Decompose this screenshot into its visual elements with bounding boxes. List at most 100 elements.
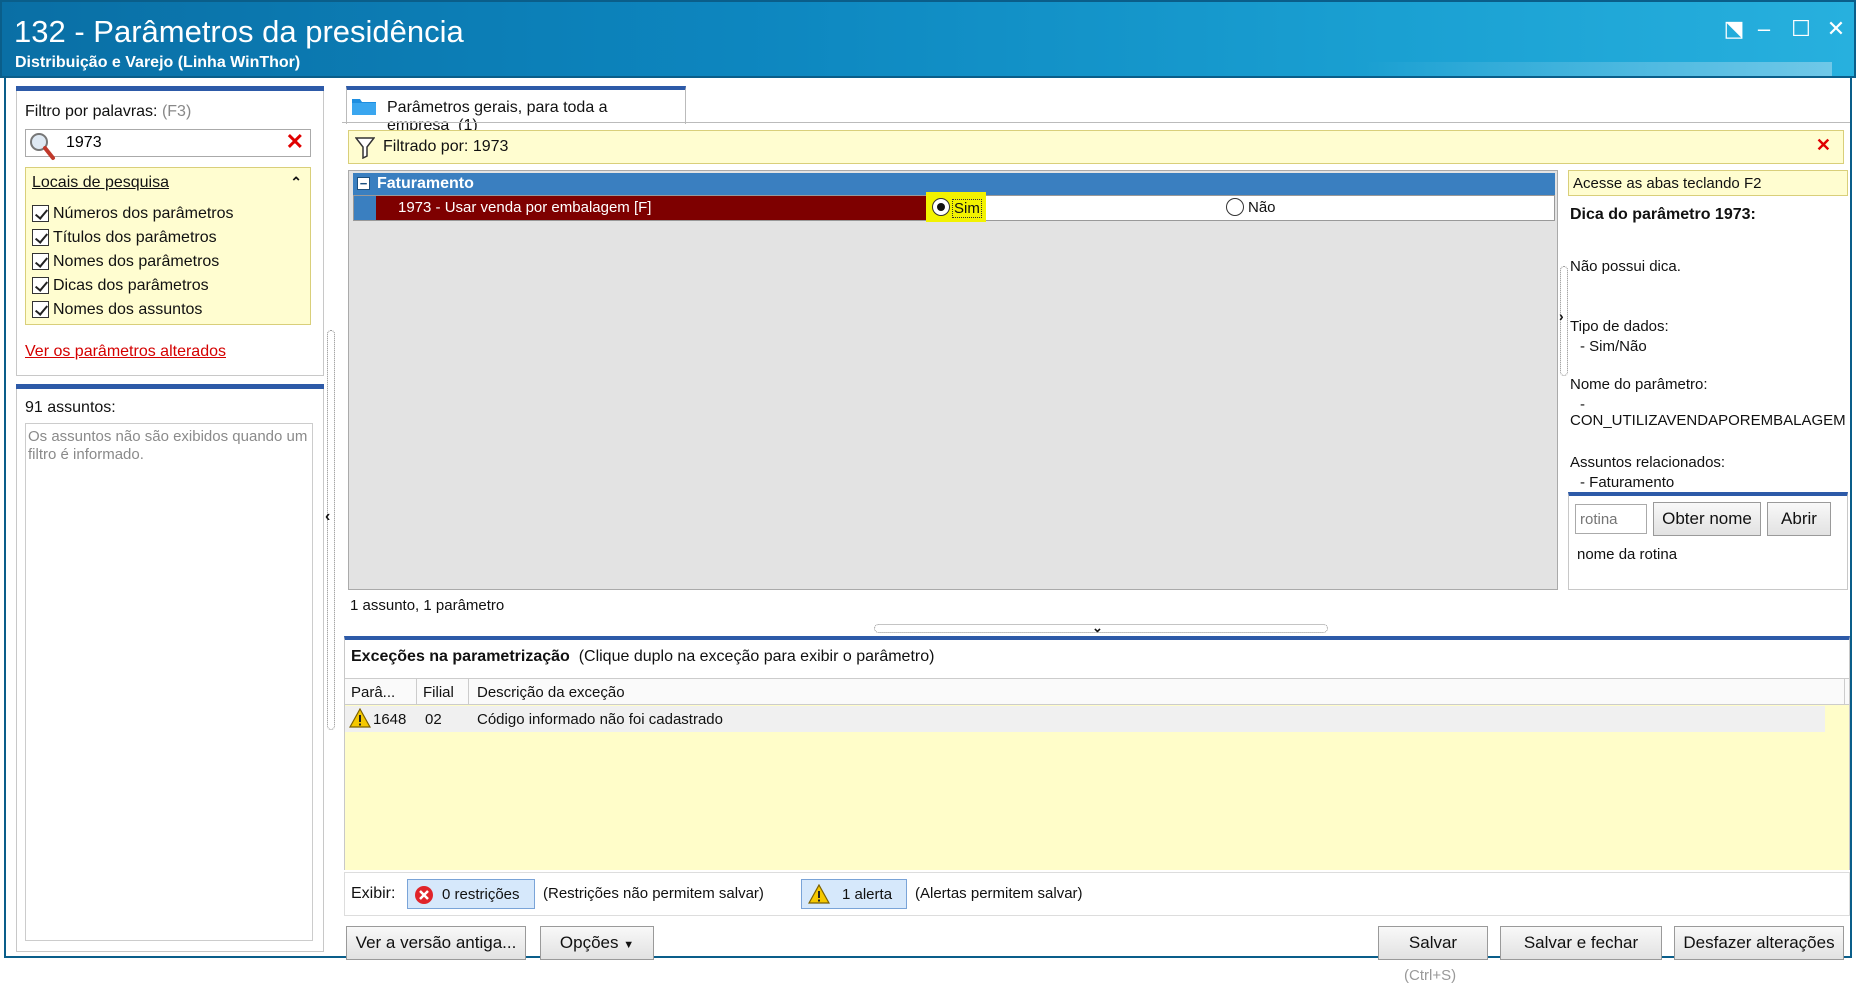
warning-icon [808, 884, 830, 904]
location-option[interactable]: Números dos parâmetros [32, 202, 234, 226]
parameter-label-cell[interactable]: 1973 - Usar venda por embalagem [F] [376, 196, 926, 220]
related-value: - Faturamento [1580, 474, 1675, 491]
row-indent [354, 196, 376, 220]
hint-title: Dica do parâmetro 1973: [1570, 206, 1756, 223]
window-subtitle: Distribuição e Varejo (Linha WinThor) [15, 54, 301, 71]
error-icon [415, 886, 433, 904]
radio-sim[interactable] [932, 198, 950, 216]
warning-icon [349, 708, 371, 728]
option-nao-label[interactable]: Não [1248, 199, 1276, 216]
checkbox-checked-icon[interactable] [32, 301, 49, 319]
search-locations-list: Números dos parâmetros Títulos dos parâm… [32, 202, 234, 322]
collapse-down-icon[interactable]: ⌄ [1092, 620, 1103, 636]
clear-filtered-icon[interactable]: ✕ [1816, 135, 1831, 156]
subjects-panel: 91 assuntos: Os assuntos não são exibido… [16, 384, 324, 952]
alerts-label: 1 alerta [842, 886, 893, 903]
parameter-label: 1973 - Usar venda por embalagem [F] [398, 199, 652, 216]
location-option[interactable]: Dicas dos parâmetros [32, 274, 234, 298]
table-row[interactable]: 1648 02 Código informado não foi cadastr… [345, 706, 1825, 732]
search-icon [30, 133, 55, 160]
window-title: 132 - Parâmetros da presidência [14, 14, 464, 49]
filter-panel: Filtro por palavras: (F3) ✕ Locais de pe… [16, 86, 324, 376]
hint-panel: Acesse as abas teclando F2 Dica do parâm… [1568, 170, 1848, 590]
col-description[interactable]: Descrição da exceção [469, 679, 1845, 705]
status-text: 1 assunto, 1 parâmetro [350, 597, 505, 614]
restrictions-toggle[interactable]: 0 restrições [407, 879, 535, 909]
checkbox-checked-icon[interactable] [32, 229, 49, 247]
expand-right-icon[interactable]: › [1559, 308, 1564, 324]
filter-label: Filtro por palavras: (F3) [25, 103, 192, 120]
folder-icon [352, 99, 376, 115]
save-close-button[interactable]: Salvar e fechar [1500, 926, 1662, 960]
minimize-button[interactable]: – [1750, 16, 1778, 42]
save-button[interactable]: Salvar [1378, 926, 1488, 960]
col-branch[interactable]: Filial [417, 679, 469, 705]
dropdown-arrow-icon: ▼ [623, 939, 635, 951]
changed-params-link[interactable]: Ver os parâmetros alterados [25, 343, 226, 361]
parameter-row[interactable]: 1973 - Usar venda por embalagem [F] Sim … [353, 192, 1555, 222]
alerts-toggle[interactable]: 1 alerta [801, 879, 907, 909]
tab-general-params[interactable]: Parâmetros gerais, para toda a empresa (… [346, 86, 686, 134]
routine-name-label: nome da rotina [1577, 546, 1678, 563]
restore-layout-button[interactable]: ⬔ [1720, 16, 1748, 42]
routine-input[interactable] [1575, 504, 1647, 534]
maximize-button[interactable]: ☐ [1787, 16, 1815, 42]
location-option[interactable]: Nomes dos parâmetros [32, 250, 234, 274]
subjects-list[interactable]: Os assuntos não são exibidos quando um f… [25, 423, 313, 941]
param-name-dash: - [1580, 396, 1585, 413]
collapse-group-icon[interactable]: − [357, 177, 370, 190]
data-type-label: Tipo de dados: [1570, 318, 1669, 335]
filtered-bar: Filtrado por: 1973 ✕ [348, 130, 1844, 164]
open-routine-button[interactable]: Abrir [1767, 502, 1831, 536]
clear-filter-icon[interactable]: ✕ [286, 129, 304, 155]
collapse-left-icon[interactable]: ‹ [325, 508, 330, 526]
exceptions-table: Parâ... Filial Descrição da exceção 1648… [345, 678, 1849, 870]
parameters-grid: − Faturamento 1973 - Usar venda por emba… [348, 170, 1558, 590]
option-sim-label[interactable]: Sim [952, 199, 982, 218]
checkbox-checked-icon[interactable] [32, 205, 49, 223]
group-name: Faturamento [377, 175, 474, 192]
filter-input[interactable] [64, 132, 264, 154]
main-frame: Filtro por palavras: (F3) ✕ Locais de pe… [4, 78, 1852, 984]
save-shortcut: (Ctrl+S) [1404, 967, 1457, 984]
alerts-note: (Alertas permitem salvar) [915, 885, 1083, 902]
location-option[interactable]: Nomes dos assuntos [32, 298, 234, 322]
routine-box: Obter nome Abrir nome da rotina [1568, 492, 1848, 590]
restrictions-note: (Restrições não permitem salvar) [543, 885, 764, 902]
filter-input-box[interactable]: ✕ [25, 129, 311, 160]
cell-description: Código informado não foi cadastrado [477, 711, 723, 728]
search-locations-box: Locais de pesquisa ⌃ Números dos parâmet… [25, 167, 311, 325]
title-bar: 132 - Parâmetros da presidência Distribu… [0, 0, 1856, 78]
undo-changes-button[interactable]: Desfazer alterações [1674, 926, 1844, 960]
related-label: Assuntos relacionados: [1570, 454, 1726, 471]
exceptions-table-header: Parâ... Filial Descrição da exceção [345, 679, 1849, 705]
location-option[interactable]: Títulos dos parâmetros [32, 226, 234, 250]
data-type-value: - Sim/Não [1580, 338, 1647, 355]
exceptions-panel: Exceções na parametrização (Clique duplo… [344, 636, 1850, 870]
filtered-label: Filtrado por: 1973 [383, 138, 509, 155]
radio-nao[interactable] [1226, 198, 1244, 216]
tab-hint: Acesse as abas teclando F2 [1573, 175, 1762, 192]
param-name-label: Nome do parâmetro: [1570, 376, 1708, 393]
options-button[interactable]: Opções ▼ [540, 926, 654, 960]
tab-hint-box: Acesse as abas teclando F2 [1568, 170, 1848, 196]
search-locations-title: Locais de pesquisa [32, 174, 169, 191]
funnel-icon [355, 137, 375, 159]
param-name-value: CON_UTILIZAVENDAPOREMBALAGEM [1570, 412, 1846, 429]
show-bar: Exibir: 0 restrições (Restrições não per… [344, 872, 1850, 916]
close-window-button[interactable]: ✕ [1822, 16, 1850, 42]
checkbox-checked-icon[interactable] [32, 277, 49, 295]
subjects-note: Os assuntos não são exibidos quando um f… [28, 428, 308, 463]
vertical-splitter[interactable] [327, 330, 335, 730]
cell-branch: 02 [425, 711, 442, 728]
collapse-chevron-icon[interactable]: ⌃ [290, 174, 302, 191]
checkbox-checked-icon[interactable] [32, 253, 49, 271]
restrictions-label: 0 restrições [442, 886, 520, 903]
col-param[interactable]: Parâ... [345, 679, 417, 705]
cell-param: 1648 [373, 711, 407, 728]
hint-no-hint: Não possui dica. [1570, 258, 1681, 275]
old-version-button[interactable]: Ver a versão antiga... [346, 926, 526, 960]
get-name-button[interactable]: Obter nome [1653, 502, 1761, 536]
titlebar-decoration [1362, 62, 1832, 76]
subjects-count: 91 assuntos: [25, 399, 116, 416]
